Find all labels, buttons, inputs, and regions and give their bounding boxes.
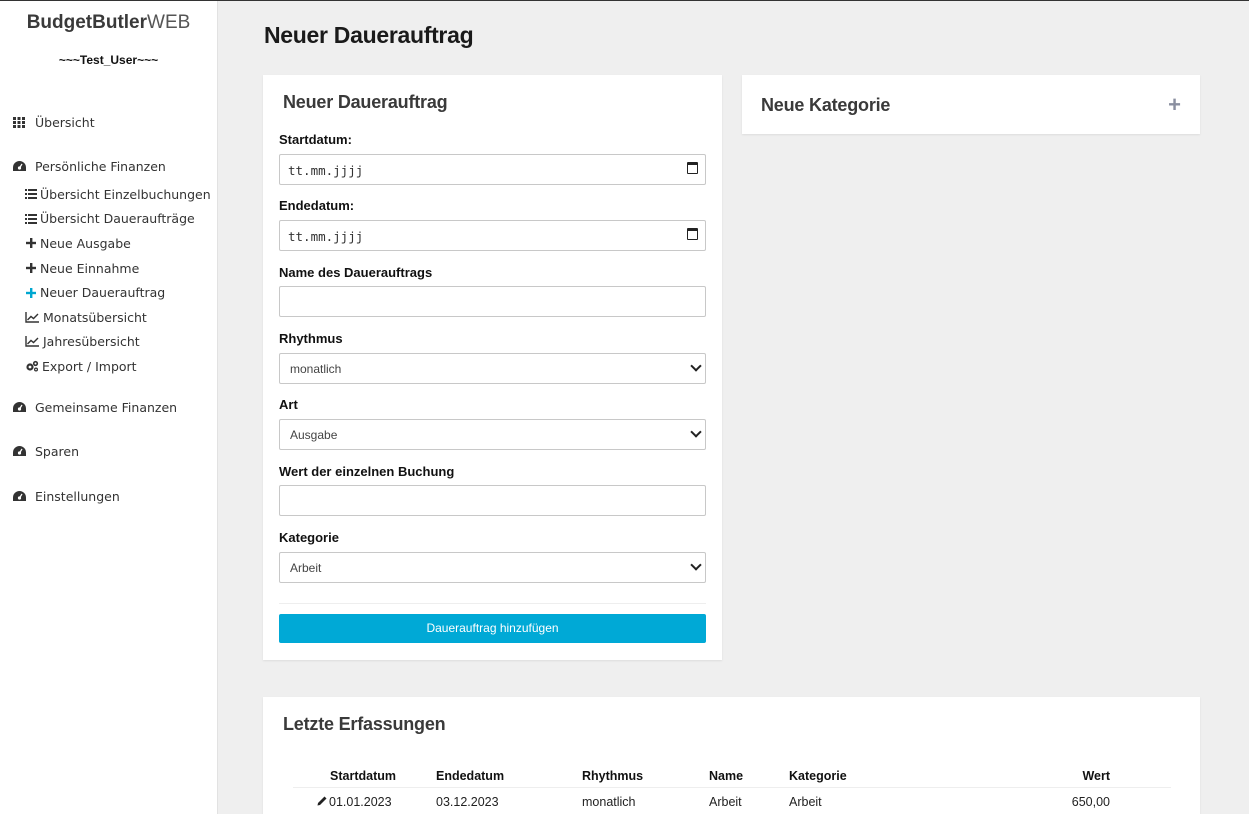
sidebar-item-uebersicht[interactable]: Übersicht [0,110,217,134]
letzte-erfassungen-card: Letzte Erfassungen Startdatum Endedatum … [263,697,1200,814]
line-chart-icon [24,311,39,323]
neue-kategorie-card[interactable]: Neue Kategorie + [742,75,1200,134]
calendar-icon[interactable] [687,228,698,240]
table-row: 01.01.2023 03.12.2023 monatlich Arbeit A… [293,788,1171,814]
sidebar-sub-neue-einnahme[interactable]: Neue Einnahme [0,256,217,281]
sidebar-item-label: Neue Einnahme [40,260,140,276]
dashboard-icon [12,402,26,413]
chevron-down-icon [690,426,702,438]
sidebar-item-label: Übersicht Einzelbuchungen [40,186,211,202]
sidebar-sub-export-import[interactable]: Export / Import [0,354,217,379]
column-header-kategorie: Kategorie [789,767,989,788]
sidebar-item-label: Neue Ausgabe [40,235,131,251]
cell-name: Arbeit [709,795,742,809]
sidebar-item-label: Übersicht [35,114,95,130]
sidebar-item-label: Übersicht Daueraufträge [40,211,195,227]
endedatum-placeholder: tt.mm.jjjj [288,229,364,244]
endedatum-input[interactable]: tt.mm.jjjj [279,220,706,251]
plus-icon [24,263,37,274]
cell-kategorie: Arbeit [789,795,822,809]
chevron-down-icon [690,360,702,372]
sidebar-item-label: Einstellungen [35,489,120,505]
expand-plus-icon[interactable]: + [1168,92,1181,118]
kategorie-select[interactable]: Arbeit [279,552,706,583]
sidebar-nav: Übersicht Persönliche Finanzen Übersicht… [0,110,217,509]
column-header-name: Name [709,767,789,788]
rhythmus-label: Rhythmus [279,331,343,346]
startdatum-placeholder: tt.mm.jjjj [288,163,364,178]
column-header-wert: Wert [989,767,1171,788]
pencil-icon[interactable] [317,796,329,809]
sidebar-item-label: Sparen [35,444,80,460]
cell-rhythmus: monatlich [582,795,636,809]
column-header-endedatum: Endedatum [436,767,582,788]
sidebar-item-sparen[interactable]: Sparen [0,440,217,464]
sidebar-item-label: Monatsübersicht [43,309,147,325]
art-value: Ausgabe [290,428,338,442]
gears-icon [24,360,39,372]
list-icon [24,213,37,224]
plus-icon [24,238,37,249]
column-header-startdatum: Startdatum [293,767,436,788]
sidebar-item-einstellungen[interactable]: Einstellungen [0,485,217,509]
art-select[interactable]: Ausgabe [279,419,706,450]
brand-logo[interactable]: BudgetButlerWEB [0,12,217,34]
sidebar-sub-uebersicht-dauerauftraege[interactable]: Übersicht Daueraufträge [0,207,217,232]
sidebar-sub-uebersicht-einzelbuchungen[interactable]: Übersicht Einzelbuchungen [0,182,217,207]
neue-kategorie-title: Neue Kategorie [761,95,891,115]
sidebar: BudgetButlerWEB ~~~Test_User~~~ Übersich… [0,1,218,814]
table-header-row: Startdatum Endedatum Rhythmus Name Kateg… [293,767,1171,788]
dauerauftrag-hinzufuegen-button[interactable]: Dauerauftrag hinzufügen [279,614,706,643]
sidebar-sub-neuer-dauerauftrag[interactable]: Neuer Dauerauftrag [0,280,217,305]
sidebar-sub-neue-ausgabe[interactable]: Neue Ausgabe [0,231,217,256]
rhythmus-value: monatlich [290,362,342,376]
recent-table: Startdatum Endedatum Rhythmus Name Kateg… [293,767,1171,813]
dashboard-icon [12,446,26,457]
chevron-down-icon [690,559,702,571]
plus-icon [24,287,37,298]
rhythmus-select[interactable]: monatlich [279,353,706,384]
name-label: Name des Dauerauftrags [279,265,433,280]
sidebar-sub-jahresuebersicht[interactable]: Jahresübersicht [0,330,217,355]
name-input[interactable] [279,286,706,317]
grid-icon [12,116,26,128]
cell-wert: 650,00 [1071,795,1110,809]
calendar-icon[interactable] [687,162,698,174]
sidebar-item-label: Gemeinsame Finanzen [35,400,178,416]
page-title: Neuer Dauerauftrag [264,22,474,48]
form-divider [279,603,706,604]
sidebar-item-persoenliche-finanzen[interactable]: Persönliche Finanzen [0,154,217,178]
sidebar-item-label: Export / Import [42,358,137,374]
letzte-erfassungen-title: Letzte Erfassungen [283,714,446,734]
cell-endedatum: 03.12.2023 [436,795,499,809]
column-header-rhythmus: Rhythmus [582,767,709,788]
startdatum-input[interactable]: tt.mm.jjjj [279,154,706,185]
kategorie-value: Arbeit [290,561,322,575]
list-icon [24,189,37,200]
wert-input[interactable] [279,485,706,516]
dashboard-icon [12,491,26,502]
wert-label: Wert der einzelnen Buchung [279,464,455,479]
endedatum-label: Endedatum: [279,198,355,213]
art-label: Art [279,397,298,412]
sidebar-item-label: Jahresübersicht [43,334,140,350]
startdatum-label: Startdatum: [279,132,352,147]
dashboard-icon [12,160,26,172]
sidebar-item-gemeinsame-finanzen[interactable]: Gemeinsame Finanzen [0,396,217,420]
sidebar-item-label: Neuer Dauerauftrag [40,285,166,301]
user-name: ~~~Test_User~~~ [58,53,159,67]
line-chart-icon [24,336,39,348]
form-title: Neuer Dauerauftrag [283,92,448,112]
kategorie-label: Kategorie [279,530,339,545]
dauerauftrag-form-card: Neuer Dauerauftrag Startdatum: tt.mm.jjj… [263,75,722,660]
cell-startdatum: 01.01.2023 [329,795,392,809]
sidebar-sub-monatsuebersicht[interactable]: Monatsübersicht [0,305,217,330]
sidebar-item-label: Persönliche Finanzen [35,158,166,174]
